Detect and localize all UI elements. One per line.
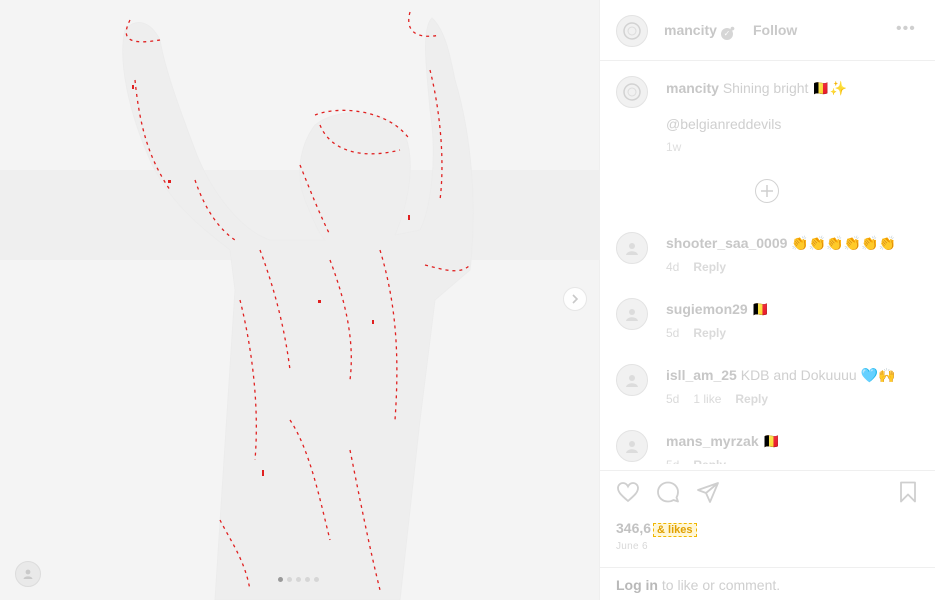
comment-meta: 4d Reply bbox=[666, 260, 740, 274]
user-icon bbox=[626, 375, 638, 387]
comments-list: shooter_saa_0009 👏👏👏👏👏👏 4d Reply sugiemon29… bbox=[616, 228, 926, 464]
comment-body: KDB and Dokuuuu 🩵🙌 bbox=[740, 367, 896, 383]
user-icon bbox=[626, 441, 638, 453]
avatar[interactable] bbox=[616, 298, 648, 330]
post-header: mancity ✓ • Follow ••• bbox=[600, 0, 935, 61]
comment-time: 4d bbox=[666, 260, 680, 274]
comment-meta: 5d Reply bbox=[666, 458, 740, 464]
caption-username[interactable]: mancity bbox=[666, 80, 719, 96]
post-date: June 6 bbox=[616, 541, 648, 552]
avatar[interactable] bbox=[616, 15, 648, 47]
likes-number: 346,6 bbox=[616, 520, 652, 536]
club-crest-icon bbox=[623, 22, 641, 40]
reply-button[interactable]: Reply bbox=[693, 326, 726, 340]
user-icon bbox=[626, 309, 638, 321]
carousel-dot bbox=[305, 577, 310, 582]
comment-item: shooter_saa_0009 👏👏👏👏👏👏 4d Reply bbox=[616, 228, 926, 286]
comment-time: 5d bbox=[666, 326, 680, 340]
load-more-comments-button[interactable] bbox=[755, 179, 779, 203]
avatar[interactable] bbox=[616, 430, 648, 462]
login-link[interactable]: Log in bbox=[616, 577, 658, 593]
avatar[interactable] bbox=[616, 76, 648, 108]
header-username[interactable]: mancity bbox=[664, 22, 717, 38]
comment-time: 5d bbox=[666, 392, 680, 406]
carousel-dot bbox=[287, 577, 292, 582]
club-crest-icon bbox=[623, 83, 641, 101]
comment-text-line: mans_myrzak 🇧🇪 bbox=[666, 433, 780, 450]
avatar[interactable] bbox=[616, 364, 648, 396]
comment-likes[interactable]: 1 like bbox=[693, 392, 721, 406]
share-icon[interactable] bbox=[696, 480, 722, 506]
caption-line: mancity Shining bright 🇧🇪✨ bbox=[666, 80, 847, 97]
likes-count[interactable]: 346,6 & likes bbox=[616, 520, 697, 537]
tagged-users-button[interactable] bbox=[15, 561, 41, 587]
bookmark-icon[interactable] bbox=[896, 480, 922, 506]
post-media[interactable] bbox=[0, 0, 599, 600]
post-photo bbox=[0, 0, 599, 600]
comment-meta: 5d Reply bbox=[666, 326, 740, 340]
avatar[interactable] bbox=[616, 232, 648, 264]
carousel-indicator bbox=[278, 577, 319, 582]
more-icon[interactable]: ••• bbox=[896, 20, 916, 38]
login-prompt: to like or comment. bbox=[658, 577, 781, 593]
comment-text-line: sugiemon29 🇧🇪 bbox=[666, 301, 769, 318]
comment-text-line: isll_am_25 KDB and Dokuuuu 🩵🙌 bbox=[666, 367, 895, 384]
comment-body: 🇧🇪 bbox=[751, 301, 770, 317]
caption-time: 1w bbox=[666, 140, 682, 154]
chevron-right-icon bbox=[572, 294, 579, 304]
likes-label: & likes bbox=[653, 523, 697, 537]
comment-item: sugiemon29 🇧🇪 5d Reply bbox=[616, 294, 926, 352]
reply-button[interactable]: Reply bbox=[693, 458, 726, 464]
comment-body: 🇧🇪 bbox=[762, 433, 780, 449]
header-separator: • bbox=[730, 20, 735, 36]
carousel-dot bbox=[278, 577, 283, 582]
comment-username[interactable]: shooter_saa_0009 bbox=[666, 235, 787, 251]
comment-username[interactable]: mans_myrzak bbox=[666, 433, 759, 449]
comment-username[interactable]: sugiemon29 bbox=[666, 301, 748, 317]
reply-button[interactable]: Reply bbox=[735, 392, 768, 406]
heart-icon[interactable] bbox=[616, 480, 642, 506]
comment-time: 5d bbox=[666, 458, 679, 464]
reply-button[interactable]: Reply bbox=[693, 260, 726, 274]
header-username-wrap: mancity ✓ bbox=[664, 22, 733, 40]
follow-button[interactable]: Follow bbox=[753, 22, 797, 38]
comment-text-line: shooter_saa_0009 👏👏👏👏👏👏 bbox=[666, 235, 896, 252]
caption-text: Shining bright 🇧🇪✨ bbox=[722, 80, 848, 96]
user-icon bbox=[626, 243, 638, 255]
next-slide-button[interactable] bbox=[563, 287, 587, 311]
login-bar: Log in to like or comment. bbox=[600, 567, 935, 600]
comment-username[interactable]: isll_am_25 bbox=[666, 367, 737, 383]
plus-icon bbox=[761, 185, 773, 197]
comment-body: 👏👏👏👏👏👏 bbox=[791, 235, 896, 251]
comment-item: isll_am_25 KDB and Dokuuuu 🩵🙌 5d 1 like Rep… bbox=[616, 360, 926, 418]
post-details-panel: mancity ✓ • Follow ••• mancity Shining br… bbox=[599, 0, 935, 600]
comment-meta: 5d 1 like Reply bbox=[666, 392, 782, 406]
caption-mention[interactable]: @belgianreddevils bbox=[666, 116, 781, 132]
comment-icon[interactable] bbox=[656, 480, 682, 506]
carousel-dot bbox=[314, 577, 319, 582]
user-icon bbox=[23, 569, 33, 579]
action-bar bbox=[600, 470, 935, 510]
comment-item: mans_myrzak 🇧🇪 5d Reply bbox=[616, 426, 926, 464]
carousel-dot bbox=[296, 577, 301, 582]
